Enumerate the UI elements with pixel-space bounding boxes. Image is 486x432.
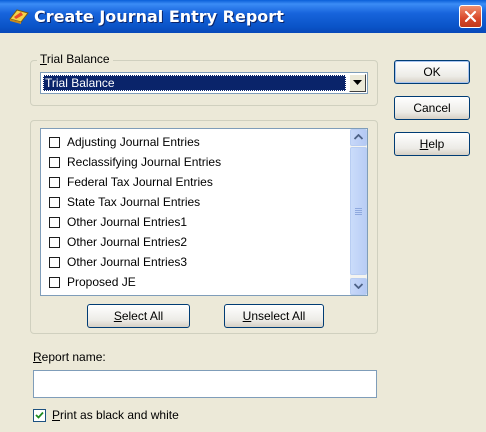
entry-label: State Tax Journal Entries <box>67 195 201 209</box>
entry-label: Other Journal Entries3 <box>67 255 188 269</box>
cancel-button[interactable]: Cancel <box>394 96 470 120</box>
entry-label: Other Journal Entries1 <box>67 215 188 229</box>
scroll-up-button[interactable] <box>350 129 367 146</box>
trial-balance-selected: Trial Balance <box>43 75 346 91</box>
dialog-window: Create Journal Entry Report Trial Balanc… <box>0 0 486 432</box>
journal-entries-list: Adjusting Journal Entries Reclassifying … <box>40 128 368 296</box>
close-button[interactable] <box>459 5 482 28</box>
grip-line <box>355 212 362 213</box>
window-title: Create Journal Entry Report <box>34 7 284 26</box>
entry-checkbox[interactable] <box>49 177 60 188</box>
dropdown-button[interactable] <box>349 74 366 92</box>
book-report-icon <box>9 9 29 24</box>
entry-checkbox[interactable] <box>49 237 60 248</box>
trial-balance-group-label: Trial Balance <box>37 52 113 66</box>
entry-label: Other Journal Entries2 <box>67 235 188 249</box>
entry-checkbox[interactable] <box>49 257 60 268</box>
entry-label: Proposed JE <box>67 275 136 289</box>
checkmark-icon <box>35 411 44 419</box>
entry-checkbox[interactable] <box>49 137 60 148</box>
entry-label: Adjusting Journal Entries <box>67 135 200 149</box>
report-name-label: Report name: <box>33 350 106 364</box>
entry-checkbox[interactable] <box>49 157 60 168</box>
print-bw-checkbox[interactable] <box>33 409 46 422</box>
chevron-down-icon <box>354 283 363 289</box>
entry-label: Federal Tax Journal Entries <box>67 175 213 189</box>
trial-balance-dropdown[interactable]: Trial Balance <box>40 72 368 94</box>
title-bar[interactable]: Create Journal Entry Report <box>0 0 486 33</box>
select-all-button[interactable]: Select All <box>87 304 190 328</box>
unselect-all-button[interactable]: Unselect All <box>224 304 324 328</box>
grip-line <box>355 214 362 215</box>
entry-checkbox[interactable] <box>49 197 60 208</box>
scroll-down-button[interactable] <box>350 278 367 295</box>
scroll-thumb[interactable] <box>350 147 367 275</box>
entry-checkbox[interactable] <box>49 217 60 228</box>
entry-label: Reclassifying Journal Entries <box>67 155 222 169</box>
grip-line <box>355 210 362 211</box>
grip-line <box>355 208 362 209</box>
close-icon <box>464 10 477 23</box>
help-button[interactable]: Help <box>394 132 470 156</box>
ok-button[interactable]: OK <box>394 60 470 84</box>
vertical-scrollbar[interactable] <box>350 129 367 295</box>
entry-checkbox[interactable] <box>49 277 60 288</box>
chevron-up-icon <box>354 134 363 140</box>
report-name-input[interactable] <box>33 370 377 398</box>
chevron-down-icon <box>353 80 362 85</box>
print-bw-label: Print as black and white <box>52 408 179 422</box>
